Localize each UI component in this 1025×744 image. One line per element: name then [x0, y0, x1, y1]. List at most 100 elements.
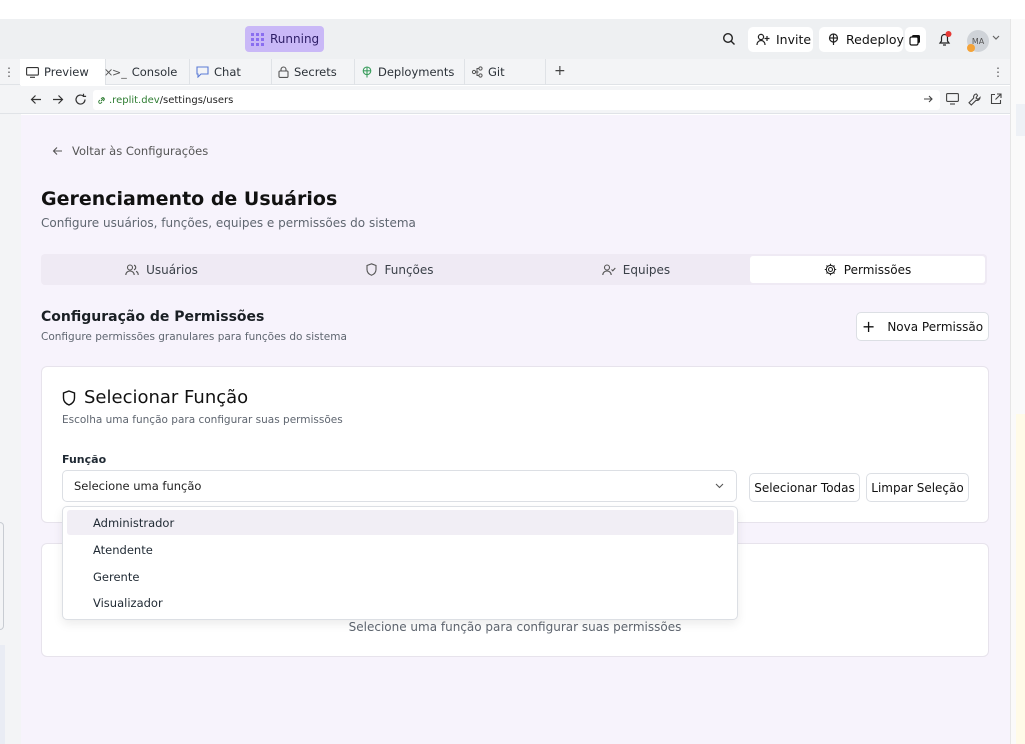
clear-selection-label: Limpar Seleção [871, 480, 964, 495]
tab-equipes-label: Equipes [622, 262, 671, 277]
link-icon [97, 96, 106, 105]
role-option-atendente[interactable]: Atendente [67, 537, 734, 562]
tab-usuarios[interactable]: Usuários [41, 254, 282, 285]
search-icon[interactable] [722, 32, 736, 46]
empty-state-message: Selecione uma função para configurar sua… [348, 620, 682, 634]
tab-equipes[interactable]: Equipes [518, 254, 754, 285]
tab-chat[interactable]: Chat [190, 59, 272, 85]
role-option-gerente[interactable]: Gerente [67, 564, 734, 589]
user-check-icon [602, 263, 616, 276]
terminal-icon: >_ [112, 65, 127, 79]
forward-arrow-icon[interactable] [52, 94, 64, 105]
back-link-label: Voltar às Configurações [72, 144, 209, 158]
page-title: Gerenciamento de Usuários [41, 188, 338, 210]
select-all-button[interactable]: Selecionar Todas [749, 473, 860, 502]
tab-deployments[interactable]: Deployments [355, 59, 465, 85]
deploy-icon [827, 33, 840, 46]
window-toggle-button[interactable] [905, 27, 926, 52]
select-role-card: Selecionar Função Escolha uma função par… [41, 366, 989, 523]
role-select[interactable]: Selecione uma função [62, 470, 737, 502]
card-subtitle: Escolha uma função para configurar suas … [62, 414, 343, 426]
deploy-icon [361, 66, 373, 78]
back-arrow-icon [52, 146, 63, 156]
tabs-menu-icon[interactable]: ⋮ [3, 65, 15, 79]
monitor-icon [26, 66, 39, 78]
tab-deployments-label: Deployments [378, 65, 455, 79]
device-preview-icon[interactable] [946, 93, 959, 105]
left-panel-card-edge-2 [0, 645, 5, 744]
role-option-label: Visualizador [93, 595, 163, 610]
workspace-header: Running Invite Redeploy MA [0, 19, 1010, 59]
role-option-label: Gerente [93, 569, 140, 584]
tab-git[interactable]: Git [465, 59, 546, 85]
new-permission-label: Nova Permissão [887, 319, 984, 334]
shield-icon [366, 263, 378, 276]
tab-console[interactable]: >_ Console [106, 59, 190, 85]
tab-secrets-label: Secrets [294, 65, 337, 79]
reload-icon[interactable] [74, 93, 87, 106]
tab-permissoes-label: Permissões [843, 262, 912, 277]
avatar-badge [967, 44, 975, 52]
tab-chat-label: Chat [214, 65, 241, 79]
plus-icon: + [861, 316, 876, 336]
tab-usuarios-label: Usuários [146, 262, 198, 277]
redeploy-label: Redeploy [846, 32, 904, 47]
tab-preview-label: Preview [44, 65, 89, 79]
select-all-label: Selecionar Todas [754, 480, 855, 495]
window-icon [909, 34, 921, 46]
devtools-wrench-icon[interactable] [968, 93, 981, 106]
section-subtitle: Configure permissões granulares para fun… [41, 331, 347, 343]
tab-git-label: Git [488, 65, 505, 79]
role-dropdown-menu: Administrador Atendente Gerente Visualiz… [62, 506, 738, 620]
section-title: Configuração de Permissões [41, 309, 265, 325]
tab-secrets[interactable]: Secrets [272, 59, 355, 85]
new-permission-button[interactable]: + Nova Permissão [856, 312, 989, 341]
tab-console-label: Console [131, 65, 178, 79]
tabs-overflow-icon[interactable]: ⋮ [992, 65, 1004, 79]
role-option-visualizador[interactable]: Visualizador [67, 590, 734, 615]
app-preview: Voltar às Configurações Gerenciamento de… [21, 115, 1010, 744]
open-new-tab-icon[interactable] [990, 93, 1002, 105]
role-field-label: Função [62, 453, 107, 466]
add-user-icon [756, 33, 770, 46]
add-tab-icon[interactable]: + [554, 63, 566, 79]
role-select-value: Selecione uma função [74, 479, 202, 493]
tab-permissoes[interactable]: Permissões [750, 256, 985, 283]
url-field[interactable]: .replit.dev/settings/users [93, 90, 940, 110]
run-status-label: Running [270, 32, 320, 46]
tab-preview[interactable]: Preview × [20, 59, 113, 85]
preview-address-bar: .replit.dev/settings/users [0, 86, 1010, 114]
gear-icon [824, 263, 837, 276]
chat-bubble-icon [196, 66, 209, 78]
workspace-tabs: ⋮ Preview × >_ Console Chat Secrets Depl… [0, 59, 1010, 85]
redeploy-button[interactable]: Redeploy [819, 27, 904, 52]
git-branch-icon [471, 66, 483, 78]
card-title-label: Selecionar Função [84, 387, 249, 408]
lock-icon [278, 66, 289, 78]
right-panel-block-2 [1016, 414, 1025, 744]
url-domain: .replit.dev [109, 94, 160, 106]
role-option-label: Atendente [93, 542, 153, 557]
go-arrow-icon[interactable] [923, 94, 934, 104]
shield-icon [62, 389, 76, 406]
run-status-button[interactable]: Running [245, 26, 324, 52]
role-option-administrador[interactable]: Administrador [67, 510, 734, 535]
right-panel-block [1016, 104, 1025, 136]
card-title: Selecionar Função [62, 387, 248, 408]
users-icon [125, 263, 139, 276]
left-panel-edge [0, 59, 21, 744]
invite-label: Invite [776, 32, 812, 47]
tab-funcoes[interactable]: Funções [282, 254, 518, 285]
back-arrow-icon[interactable] [30, 94, 42, 105]
invite-button[interactable]: Invite [748, 27, 813, 52]
chevron-down-icon[interactable] [992, 35, 1000, 41]
back-to-settings-link[interactable]: Voltar às Configurações [52, 144, 208, 158]
notification-bell-icon[interactable] [937, 31, 953, 47]
left-panel-card-edge [0, 522, 4, 630]
url-path: /settings/users [159, 94, 234, 106]
grid-icon [251, 32, 264, 46]
role-option-label: Administrador [93, 515, 175, 530]
settings-tabs: Usuários Funções Equipes Permissões [41, 254, 987, 285]
page-subtitle: Configure usuários, funções, equipes e p… [41, 216, 416, 230]
clear-selection-button[interactable]: Limpar Seleção [866, 473, 969, 502]
